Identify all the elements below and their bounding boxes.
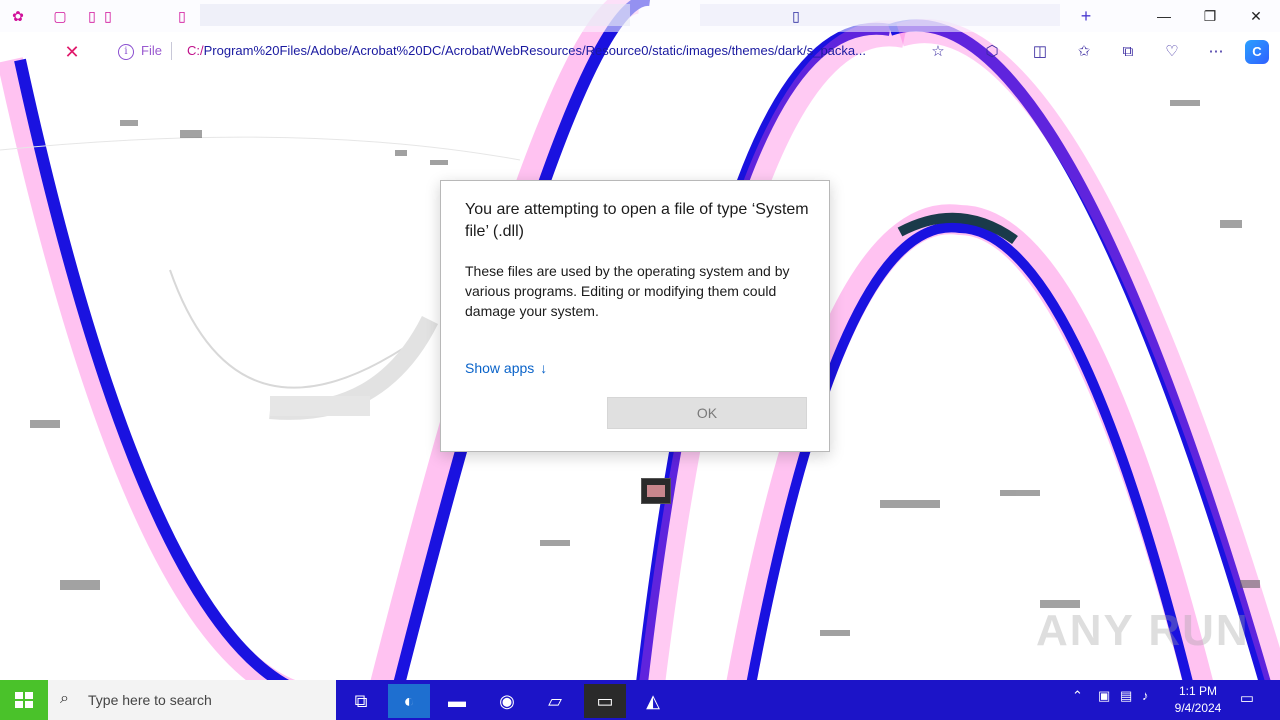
volume-icon[interactable]: ♪: [1142, 688, 1149, 703]
workspaces-icon[interactable]: ✿: [10, 8, 26, 24]
show-apps-label: Show apps: [465, 360, 535, 376]
tray-app-icon[interactable]: ▣: [1098, 688, 1110, 704]
minimize-button[interactable]: —: [1152, 6, 1176, 26]
dialog-message: These files are used by the operating sy…: [465, 263, 790, 319]
show-apps-link[interactable]: Show apps ↓: [465, 360, 547, 376]
browser-essentials-icon[interactable]: ♡: [1162, 42, 1182, 62]
minimized-window-thumbnail[interactable]: [641, 478, 671, 504]
address-bar-url[interactable]: C:/Program%20Files/Adobe/Acrobat%20DC/Ac…: [187, 43, 909, 58]
arrow-down-icon: ↓: [540, 360, 548, 376]
favorites-icon[interactable]: ✩: [1074, 42, 1094, 62]
tab-icon[interactable]: ▯: [84, 8, 100, 24]
protocol-label[interactable]: File: [141, 43, 162, 58]
network-icon[interactable]: ▤: [1120, 688, 1132, 704]
extensions-icon[interactable]: ⬡: [982, 42, 1002, 62]
search-icon: ⌕: [60, 690, 69, 707]
terminal-icon[interactable]: ▭: [584, 684, 626, 718]
app-icon[interactable]: ▱: [534, 684, 576, 718]
tab-actions-icon[interactable]: ▢: [52, 8, 68, 24]
start-button[interactable]: [0, 680, 48, 720]
clock-date: 9/4/2024: [1174, 701, 1222, 715]
clock-time: 1:1 PM: [1178, 684, 1217, 698]
tab-icon[interactable]: ▯: [174, 8, 190, 24]
collections-icon[interactable]: ⧉: [1118, 42, 1138, 62]
copilot-icon[interactable]: C: [1245, 40, 1269, 64]
windows-logo-icon: [15, 692, 33, 708]
address-divider: [171, 42, 172, 60]
split-screen-icon[interactable]: ◫: [1030, 42, 1050, 62]
edge-icon[interactable]: ◐: [388, 684, 430, 718]
stop-loading-icon[interactable]: ✕: [62, 42, 82, 62]
search-placeholder: Type here to search: [88, 692, 212, 708]
firefox-icon[interactable]: ◉: [486, 684, 528, 718]
tab-icon[interactable]: ▯: [100, 8, 116, 24]
close-window-button[interactable]: ✕: [1244, 6, 1268, 26]
tray-chevron-icon[interactable]: ⌃: [1072, 688, 1083, 704]
file-explorer-icon[interactable]: ▬: [436, 684, 478, 718]
dialog-title: You are attempting to open a file of typ…: [465, 201, 809, 240]
active-tab-icon[interactable]: ▯: [788, 8, 804, 24]
notifications-icon[interactable]: ▭: [1236, 688, 1258, 710]
task-view-icon[interactable]: ⧉: [340, 684, 382, 718]
new-tab-button[interactable]: +: [1074, 6, 1098, 26]
taskbar-clock[interactable]: 1:1 PM 9/4/2024: [1168, 683, 1228, 717]
ok-button[interactable]: OK: [607, 397, 807, 429]
file-type-warning-dialog: You are attempting to open a file of typ…: [440, 180, 830, 452]
restore-button[interactable]: ❐: [1198, 6, 1222, 26]
app-icon[interactable]: ◭: [632, 684, 674, 718]
favorite-star-icon[interactable]: ☆: [928, 42, 948, 62]
anyrun-watermark: ANY RUN: [1036, 606, 1250, 655]
more-menu-icon[interactable]: ⋯: [1206, 42, 1226, 62]
site-info-icon[interactable]: i: [118, 44, 134, 60]
